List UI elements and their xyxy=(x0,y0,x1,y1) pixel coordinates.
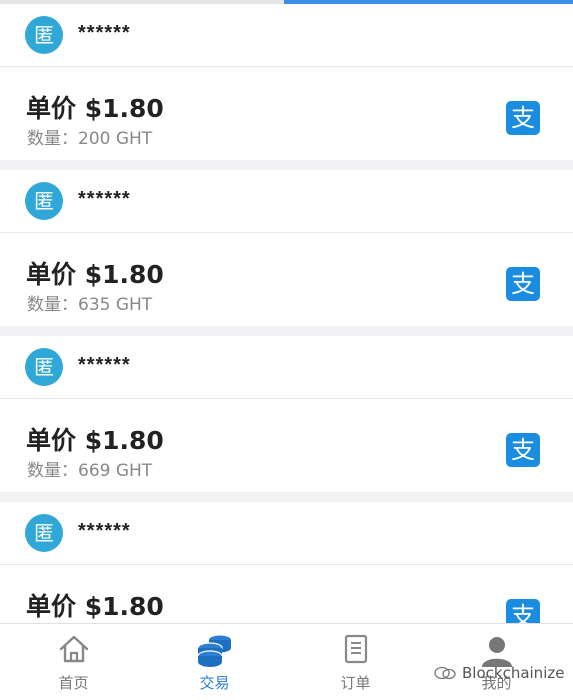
anonymous-avatar-icon: 匿 xyxy=(25,16,63,54)
coins-icon xyxy=(196,634,234,673)
seller-name: ****** xyxy=(78,354,131,376)
listing-card[interactable]: 匿 ****** 单价 $1.80 数量：669 GHT 支 xyxy=(0,336,573,492)
listing-list[interactable]: 匿 ****** 单价 $1.80 数量：200 GHT 支 匿 ****** … xyxy=(0,4,573,668)
anonymous-avatar-icon: 匿 xyxy=(25,182,63,220)
unit-price: 单价 $1.80 xyxy=(26,426,164,455)
bottom-tab-bar: 首页 交易 订单 我的 xyxy=(0,623,573,700)
document-icon xyxy=(343,634,369,669)
tab-home[interactable]: 首页 xyxy=(2,624,145,700)
quantity: 数量：669 GHT xyxy=(27,461,153,481)
listing-card[interactable]: 匿 ****** 单价 $1.80 数量：200 GHT 支 xyxy=(0,4,573,160)
tab-trade[interactable]: 交易 xyxy=(143,624,286,700)
price-row: 单价 $1.80 数量：200 GHT 支 xyxy=(0,67,573,160)
seller-row: 匿 ****** xyxy=(0,336,573,399)
anonymous-avatar-icon: 匿 xyxy=(25,514,63,552)
unit-price: 单价 $1.80 xyxy=(26,592,164,621)
listing-card[interactable]: 匿 ****** 单价 $1.80 数量：635 GHT 支 xyxy=(0,170,573,326)
alipay-icon[interactable]: 支 xyxy=(506,101,540,135)
seller-row: 匿 ****** xyxy=(0,502,573,565)
watermark: Blockchainize xyxy=(434,664,564,682)
price-row: 单价 $1.80 数量：635 GHT 支 xyxy=(0,233,573,326)
seller-name: ****** xyxy=(78,520,131,542)
wechat-logo-icon xyxy=(434,666,456,680)
quantity: 数量：635 GHT xyxy=(27,295,153,315)
alipay-icon[interactable]: 支 xyxy=(506,433,540,467)
price-row: 单价 $1.80 数量：669 GHT 支 xyxy=(0,399,573,492)
seller-row: 匿 ****** xyxy=(0,170,573,233)
home-icon xyxy=(58,634,90,669)
tab-orders-label: 订单 xyxy=(340,674,371,692)
tab-profile[interactable]: 我的 xyxy=(425,624,568,700)
watermark-text: Blockchainize xyxy=(462,664,565,682)
quantity: 数量：200 GHT xyxy=(27,129,153,149)
alipay-icon[interactable]: 支 xyxy=(506,267,540,301)
seller-name: ****** xyxy=(78,188,131,210)
tab-trade-label: 交易 xyxy=(199,674,230,692)
unit-price: 单价 $1.80 xyxy=(26,260,164,289)
anonymous-avatar-icon: 匿 xyxy=(25,348,63,386)
seller-row: 匿 ****** xyxy=(0,4,573,67)
unit-price: 单价 $1.80 xyxy=(26,94,164,123)
tab-orders[interactable]: 订单 xyxy=(284,624,427,700)
seller-name: ****** xyxy=(78,22,131,44)
tab-home-label: 首页 xyxy=(58,674,89,692)
